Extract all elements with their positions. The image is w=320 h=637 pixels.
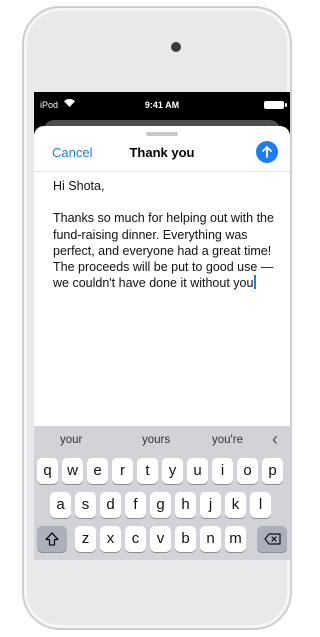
send-button[interactable] [256, 141, 278, 163]
key-u[interactable]: u [187, 458, 208, 484]
key-o[interactable]: o [237, 458, 258, 484]
key-i[interactable]: i [212, 458, 233, 484]
key-w[interactable]: w [62, 458, 83, 484]
key-y[interactable]: y [162, 458, 183, 484]
key-z[interactable]: z [75, 526, 96, 552]
arrow-up-icon [262, 146, 272, 158]
mail-compose-sheet: Cancel Thank you Hi Shota, Thanks so muc… [34, 126, 290, 560]
compose-subject-title: Thank you [129, 145, 195, 160]
key-b[interactable]: b [175, 526, 196, 552]
key-k[interactable]: k [225, 492, 246, 518]
battery-icon [264, 101, 287, 109]
key-n[interactable]: n [200, 526, 221, 552]
prediction-youre[interactable]: you're [212, 434, 243, 446]
nav-divider [34, 171, 290, 172]
key-h[interactable]: h [175, 492, 196, 518]
key-s[interactable]: s [75, 492, 96, 518]
key-l[interactable]: l [250, 492, 271, 518]
message-body-wrap: Thanks so much for helping out with the … [53, 210, 281, 291]
delete-icon [263, 533, 281, 545]
message-body-field[interactable]: Hi Shota, Thanks so much for helping out… [53, 178, 281, 292]
key-p[interactable]: p [262, 458, 283, 484]
key-c[interactable]: c [125, 526, 146, 552]
shift-icon [45, 532, 59, 546]
text-cursor [254, 275, 256, 290]
key-t[interactable]: t [137, 458, 158, 484]
key-q[interactable]: q [37, 458, 58, 484]
shift-key[interactable] [37, 526, 67, 552]
key-d[interactable]: d [100, 492, 121, 518]
key-j[interactable]: j [200, 492, 221, 518]
prediction-your[interactable]: your [60, 434, 82, 446]
key-x[interactable]: x [100, 526, 121, 552]
compose-nav-bar: Cancel Thank you [34, 136, 290, 166]
status-time: 9:41 AM [144, 100, 180, 110]
key-f[interactable]: f [125, 492, 146, 518]
key-v[interactable]: v [150, 526, 171, 552]
prediction-yours[interactable]: yours [142, 434, 170, 446]
software-keyboard: your yours you're ‹ q w e r t y u i o p … [34, 426, 290, 560]
key-r[interactable]: r [112, 458, 133, 484]
chevron-left-icon[interactable]: ‹ [272, 429, 278, 450]
front-camera [171, 42, 181, 52]
key-m[interactable]: m [225, 526, 246, 552]
predictive-bar: your yours you're ‹ [34, 426, 290, 456]
key-a[interactable]: a [50, 492, 71, 518]
message-body-text: Thanks so much for helping out with the … [53, 211, 274, 291]
greeting-text: Hi Shota, [53, 179, 105, 193]
key-g[interactable]: g [150, 492, 171, 518]
delete-key[interactable] [257, 526, 287, 552]
key-e[interactable]: e [87, 458, 108, 484]
device-screen: iPod 9:41 AM Cancel Thank you Hi Shota, … [34, 92, 290, 560]
status-bar: iPod 9:41 AM [34, 92, 290, 120]
